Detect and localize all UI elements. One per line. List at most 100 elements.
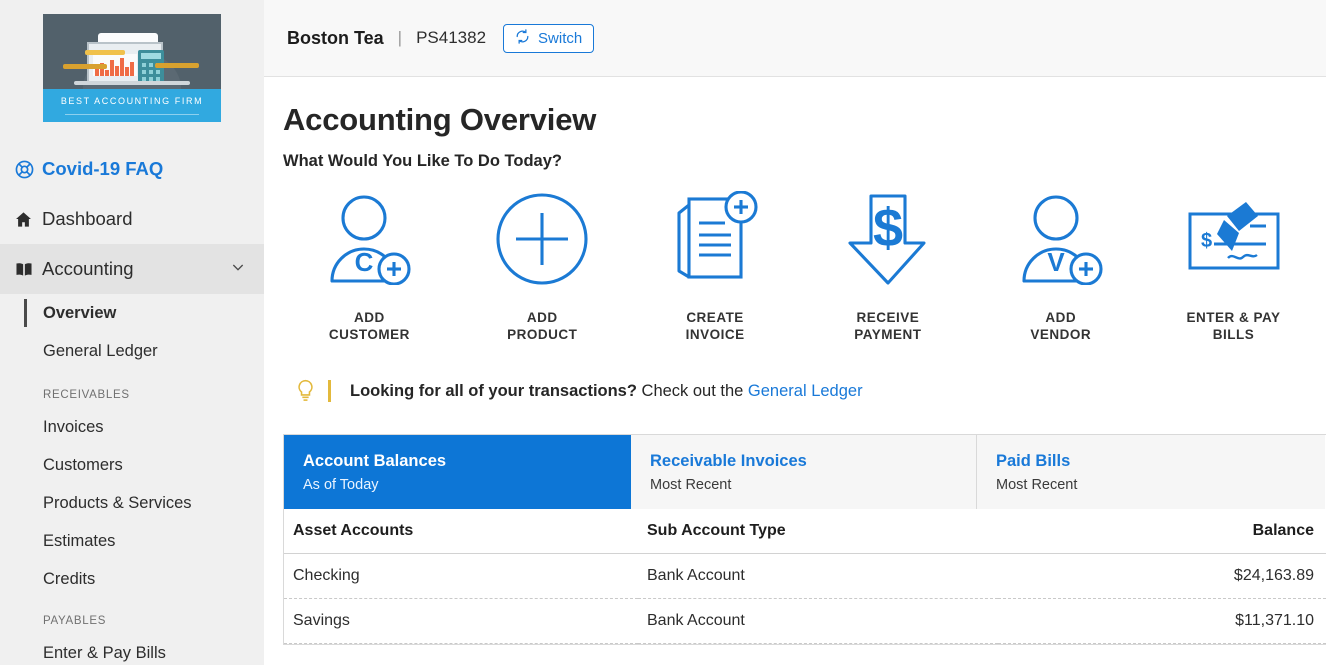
cell-account-name: Savings [284,598,638,644]
cell-sub-account-type: Bank Account [638,553,998,599]
action-label-add-vendor: ADD VENDOR [1030,310,1092,342]
table-row[interactable]: Checking Bank Account $24,163.89 [284,553,1326,599]
sidebar-item-covid-19-faq[interactable]: Covid-19 FAQ [0,144,264,194]
page-title: Accounting Overview [283,102,597,137]
action-label-receive-payment: RECEIVE PAYMENT [854,310,922,342]
sidebar-item-overview[interactable]: Overview [0,294,264,332]
action-label-create-invoice: CREATE INVOICE [685,310,745,342]
sidebar-group-receivables: RECEIVABLES [43,389,130,401]
sidebar-item-customers[interactable]: Customers [0,446,264,484]
tab-subtitle-receivable-invoices: Most Recent [650,477,732,493]
action-add-product[interactable]: ADD PRODUCT [456,189,629,343]
tip-banner: Looking for all of your transactions? Ch… [283,379,1326,403]
refresh-icon [515,28,530,48]
content-area: Accounting Overview What Would You Like … [264,77,1326,645]
sidebar-label-customers: Customers [43,455,123,474]
cell-account-name: Checking [284,553,638,599]
add-vendor-icon: V [1018,189,1104,289]
tip-divider [328,380,331,402]
sidebar-item-accounting[interactable]: Accounting [0,244,264,294]
accounting-firm-logo: BEST ACCOUNTING FIRM [43,14,221,122]
sidebar-item-estimates[interactable]: Estimates [0,522,264,560]
action-add-vendor[interactable]: V ADD VENDOR [974,189,1147,343]
page-subtitle: What Would You Like To Do Today? [283,152,562,170]
cell-balance: $24,163.89 [998,553,1326,599]
sidebar-nav: Covid-19 FAQ Dashboard Accounting Overvi… [0,144,264,665]
sidebar-label-invoices: Invoices [43,417,104,436]
svg-text:$: $ [1201,230,1212,252]
general-ledger-link[interactable]: General Ledger [748,382,863,400]
chevron-down-icon[interactable] [230,259,246,280]
sidebar-label-estimates: Estimates [43,531,116,550]
top-bar: Boston Tea | PS41382 Switch [264,0,1326,77]
sidebar-label-accounting: Accounting [42,258,134,279]
tab-paid-bills[interactable]: Paid Bills Most Recent [977,435,1325,509]
sidebar-item-invoices[interactable]: Invoices [0,408,264,446]
tip-text-regular: Check out the [636,381,748,400]
action-create-invoice[interactable]: CREATE INVOICE [629,189,802,343]
quick-actions: C ADD CUSTOMER ADD PRODUCT CREATE INVOIC… [283,189,1326,343]
panel-tabs: Account Balances As of Today Receivable … [284,435,1326,509]
action-receive-payment[interactable]: $ RECEIVE PAYMENT [801,189,974,343]
sidebar: BEST ACCOUNTING FIRM Covid-19 FAQ Dashbo… [0,0,264,665]
tip-text: Looking for all of your transactions? Ch… [350,382,863,401]
tab-receivable-invoices[interactable]: Receivable Invoices Most Recent [631,435,977,509]
sidebar-label-dashboard: Dashboard [42,208,133,229]
add-customer-icon: C [326,189,412,289]
book-icon [14,260,42,279]
tab-subtitle-paid-bills: Most Recent [996,477,1078,493]
logo-banner: BEST ACCOUNTING FIRM [43,89,221,122]
cell-sub-account-type: Bank Account [638,598,998,644]
life-ring-icon [14,159,42,180]
tab-title-account-balances: Account Balances [303,452,447,470]
account-id: PS41382 [416,28,487,47]
logo-container: BEST ACCOUNTING FIRM [0,0,264,122]
tab-subtitle-account-balances: As of Today [303,477,379,493]
svg-text:$: $ [873,198,903,258]
sidebar-label-covid-19-faq: Covid-19 FAQ [42,158,164,179]
column-header-asset-accounts: Asset Accounts [284,509,638,554]
app-root: BEST ACCOUNTING FIRM Covid-19 FAQ Dashbo… [0,0,1326,665]
tab-title-receivable-invoices: Receivable Invoices [650,452,807,470]
tab-account-balances[interactable]: Account Balances As of Today [284,435,631,509]
sidebar-label-credits: Credits [43,569,96,588]
sidebar-label-products-services: Products & Services [43,493,192,512]
lightbulb-icon [288,379,322,403]
main-content: Boston Tea | PS41382 Switch Accounting O… [264,0,1326,665]
header-separator: | [397,28,403,47]
summary-panel: Account Balances As of Today Receivable … [283,434,1326,645]
sidebar-label-overview: Overview [43,303,117,322]
sidebar-item-general-ledger[interactable]: General Ledger [0,332,264,370]
switch-button[interactable]: Switch [503,23,595,53]
sidebar-item-dashboard[interactable]: Dashboard [0,194,264,244]
sidebar-label-general-ledger: General Ledger [43,341,158,360]
action-add-customer[interactable]: C ADD CUSTOMER [283,189,456,343]
svg-text:C: C [355,247,374,277]
company-name: Boston Tea [287,27,384,48]
sidebar-label-enter-pay-bills: Enter & Pay Bills [43,643,166,662]
action-enter-pay-bills[interactable]: $ ENTER & PAY BILLS [1147,189,1320,343]
switch-button-label: Switch [538,29,583,47]
table-row[interactable]: Savings Bank Account $11,371.10 [284,598,1326,644]
tab-title-paid-bills: Paid Bills [996,452,1071,470]
home-icon [14,210,42,229]
cell-balance: $11,371.10 [998,598,1326,644]
account-balances-table: Asset Accounts Sub Account Type Balance … [284,509,1326,644]
logo-banner-text: BEST ACCOUNTING FIRM [60,96,204,106]
action-label-add-product: ADD PRODUCT [507,310,578,342]
action-label-enter-pay-bills: ENTER & PAY BILLS [1186,310,1281,342]
column-header-balance: Balance [998,509,1326,554]
add-product-icon [496,189,588,289]
sidebar-item-enter-pay-bills[interactable]: Enter & Pay Bills [0,634,264,665]
accounting-submenu: Overview General Ledger [0,294,264,372]
sidebar-item-credits[interactable]: Credits [0,560,264,598]
receive-payment-icon: $ [845,189,931,289]
column-header-sub-account-type: Sub Account Type [638,509,998,554]
sidebar-group-payables: PAYABLES [43,615,107,627]
tip-text-bold: Looking for all of your transactions? [350,381,637,400]
enter-pay-bills-icon: $ [1184,189,1284,289]
create-invoice-icon [669,189,761,289]
svg-text:V: V [1047,247,1065,277]
action-label-add-customer: ADD CUSTOMER [328,310,410,342]
sidebar-item-products-services[interactable]: Products & Services [0,484,264,522]
